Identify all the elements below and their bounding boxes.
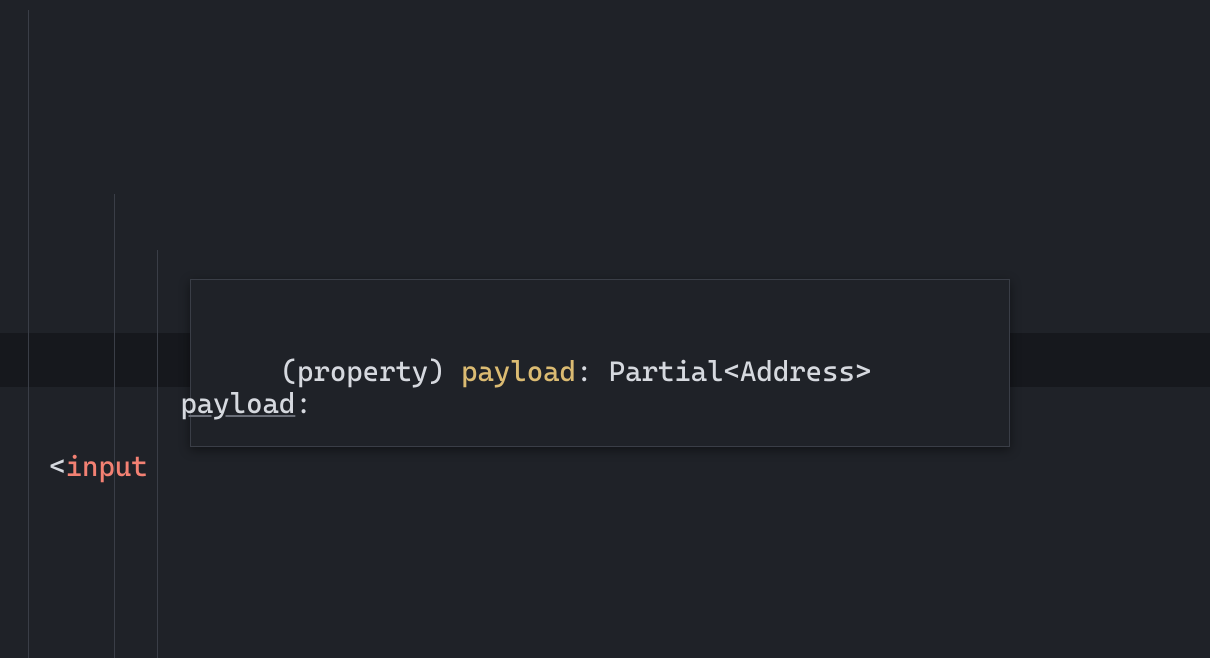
code-line[interactable]: payload: xyxy=(0,377,312,431)
tooltip-type-param: Address xyxy=(740,355,855,388)
angle-bracket-open: < xyxy=(49,450,65,483)
colon: : xyxy=(295,387,311,420)
tooltip-type: Partial xyxy=(609,355,724,388)
tooltip-gt: > xyxy=(855,355,871,388)
property-key: payload xyxy=(180,387,295,420)
indent-guide xyxy=(28,10,29,658)
code-editor[interactable]: <input type="text" value={state.address.… xyxy=(0,0,1210,658)
tooltip-name: payload xyxy=(461,355,576,388)
hover-type-tooltip: (property) payload: Partial<Address> xyxy=(190,279,1010,447)
tooltip-colon: : xyxy=(576,355,609,388)
jsx-tag-name: input xyxy=(66,450,148,483)
code-line[interactable]: <input xyxy=(0,440,1210,494)
tooltip-lt: < xyxy=(724,355,740,388)
